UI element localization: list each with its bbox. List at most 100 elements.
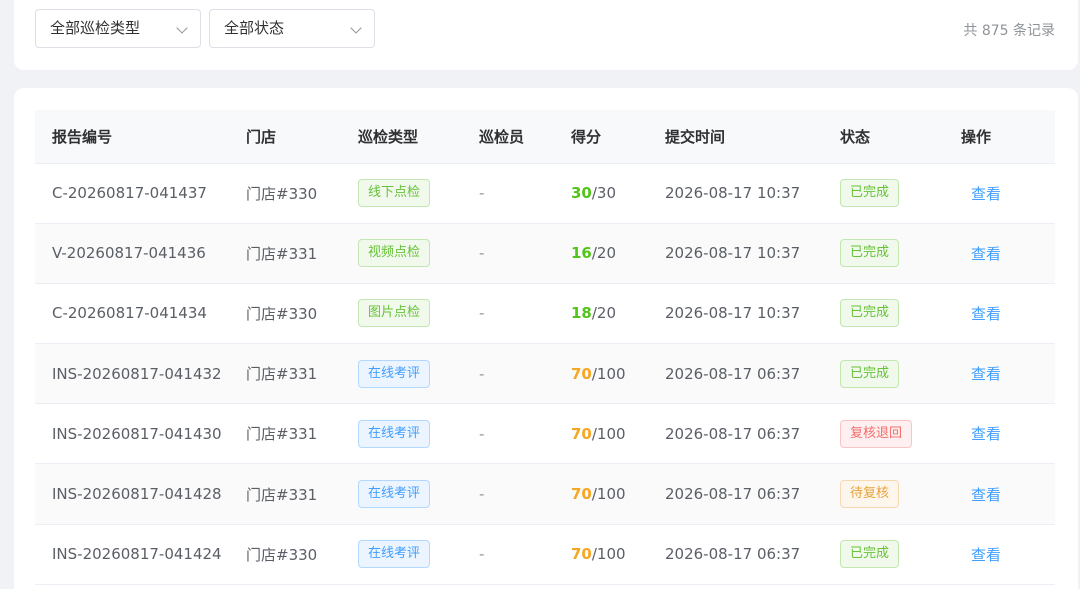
inspection-type-tag: 在线考评 <box>358 540 431 569</box>
score-cell: 16/20 <box>571 223 665 284</box>
view-link[interactable]: 查看 <box>961 245 1001 263</box>
score-cell: 70/100 <box>571 403 665 465</box>
table-row: INS-20260817-041432 门店#331 在线考评 -70/100 2026… <box>35 343 1055 405</box>
inspector-cell: - <box>479 463 571 525</box>
inspection-type-select[interactable]: 全部巡检类型 <box>35 9 201 48</box>
submit-time-cell: 2026-08-17 10:37 <box>665 283 840 345</box>
score-value: 16 <box>571 244 592 263</box>
score-value: 30 <box>571 184 592 203</box>
header-submit-time: 提交时间 <box>665 110 840 164</box>
score-max: /100 <box>591 364 626 383</box>
filter-bar: 全部巡检类型 全部状态 共 875 条记录 <box>14 0 1078 70</box>
inspection-type-tag: 在线考评 <box>358 419 431 448</box>
chevron-down-icon <box>350 22 362 34</box>
table-row: INS-20260817-041430 门店#331 在线考评 -70/100 2026… <box>35 403 1055 465</box>
status-badge: 已完成 <box>840 540 900 569</box>
view-link[interactable]: 查看 <box>961 546 1001 564</box>
submit-time-cell: 2026-08-17 06:37 <box>665 463 840 525</box>
store-cell: 门店#330 <box>246 283 358 345</box>
score-max: /100 <box>591 545 626 564</box>
submit-time-cell: 2026-08-17 10:37 <box>665 223 840 284</box>
view-link[interactable]: 查看 <box>961 305 1001 323</box>
status-cell: 已完成 <box>840 283 961 345</box>
action-cell: 查看 <box>961 223 1055 284</box>
view-link[interactable]: 查看 <box>961 425 1001 443</box>
action-cell: 查看 <box>961 463 1055 525</box>
inspector-cell: - <box>479 403 571 465</box>
score-value: 70 <box>571 545 592 564</box>
status-cell: 复核退回 <box>840 403 961 465</box>
report-id-cell: INS-20260817-041432 <box>35 343 246 405</box>
report-id-cell: C-20260817-041434 <box>35 283 246 345</box>
table-row: INS-20260817-041428 门店#331 在线考评 -70/100 2026… <box>35 463 1055 525</box>
status-badge: 已完成 <box>840 239 900 268</box>
inspection-type-tag: 图片点检 <box>358 299 431 328</box>
inspection-type-cell: 图片点检 <box>358 283 479 345</box>
inspection-type-cell: 在线考评 <box>358 343 479 405</box>
report-id-cell: V-20260817-041436 <box>35 223 246 284</box>
report-id-cell: INS-20260817-041430 <box>35 403 246 465</box>
view-link[interactable]: 查看 <box>961 486 1001 504</box>
table-header-row: 报告编号 门店 巡检类型 巡检员 得分 提交时间 状态 操作 <box>35 110 1055 164</box>
inspection-type-tag: 线下点检 <box>358 179 431 208</box>
report-table-card: 报告编号 门店 巡检类型 巡检员 得分 提交时间 状态 操作 C-2026081… <box>14 88 1078 589</box>
inspection-type-tag: 在线考评 <box>358 480 431 509</box>
inspection-type-cell: 线下点检 <box>358 163 479 224</box>
inspection-type-cell: 在线考评 <box>358 524 479 585</box>
action-cell: 查看 <box>961 524 1055 585</box>
report-id-cell: INS-20260817-041424 <box>35 524 246 585</box>
submit-time-cell: 2026-08-17 06:37 <box>665 403 840 465</box>
view-link[interactable]: 查看 <box>961 185 1001 203</box>
store-cell: 门店#330 <box>246 163 358 224</box>
table-row: V-20260817-041436 门店#331 视频点检 -16/20 2026-08… <box>35 223 1055 284</box>
report-id-cell: INS-20260817-041428 <box>35 463 246 525</box>
score-cell: 70/100 <box>571 463 665 525</box>
inspection-type-cell: 在线考评 <box>358 463 479 525</box>
store-cell: 门店#331 <box>246 403 358 465</box>
inspector-cell: - <box>479 163 571 224</box>
score-cell: 70/100 <box>571 524 665 585</box>
score-value: 70 <box>571 424 592 443</box>
header-status: 状态 <box>840 110 961 164</box>
score-value: 18 <box>571 304 592 323</box>
status-select[interactable]: 全部状态 <box>209 9 375 48</box>
record-count: 共 875 条记录 <box>963 23 1055 39</box>
submit-time-cell: 2026-08-17 06:37 <box>665 343 840 405</box>
status-cell: 待复核 <box>840 463 961 525</box>
score-cell: 30/30 <box>571 163 665 224</box>
inspection-type-select-value: 全部巡检类型 <box>50 19 141 37</box>
chevron-down-icon <box>176 22 188 34</box>
report-table: 报告编号 门店 巡检类型 巡检员 得分 提交时间 状态 操作 C-2026081… <box>35 110 1055 585</box>
store-cell: 门店#331 <box>246 223 358 284</box>
inspector-cell: - <box>479 223 571 284</box>
inspector-cell: - <box>479 524 571 585</box>
table-body: C-20260817-041437 门店#330 线下点检 -30/30 2026-08… <box>35 163 1055 585</box>
status-cell: 已完成 <box>840 343 961 405</box>
inspection-type-cell: 视频点检 <box>358 223 479 284</box>
inspector-cell: - <box>479 283 571 345</box>
store-cell: 门店#331 <box>246 343 358 405</box>
action-cell: 查看 <box>961 343 1055 405</box>
action-cell: 查看 <box>961 403 1055 465</box>
score-cell: 18/20 <box>571 283 665 345</box>
header-action: 操作 <box>961 110 1055 164</box>
status-cell: 已完成 <box>840 163 961 224</box>
header-inspector: 巡检员 <box>479 110 571 164</box>
status-badge: 已完成 <box>840 299 900 328</box>
inspection-type-cell: 在线考评 <box>358 403 479 465</box>
score-max: /100 <box>591 485 626 504</box>
view-link[interactable]: 查看 <box>961 365 1001 383</box>
score-max: /100 <box>591 424 626 443</box>
store-cell: 门店#331 <box>246 463 358 525</box>
inspection-type-tag: 视频点检 <box>358 239 431 268</box>
status-badge: 复核退回 <box>840 419 913 448</box>
score-max: /20 <box>591 244 617 263</box>
status-badge: 已完成 <box>840 359 900 388</box>
status-select-value: 全部状态 <box>224 19 285 37</box>
table-row: C-20260817-041434 门店#330 图片点检 -18/20 2026-08… <box>35 283 1055 345</box>
header-report-id: 报告编号 <box>35 110 246 164</box>
score-max: /20 <box>591 304 617 323</box>
submit-time-cell: 2026-08-17 10:37 <box>665 163 840 224</box>
score-value: 70 <box>571 364 592 383</box>
inspection-type-tag: 在线考评 <box>358 359 431 388</box>
